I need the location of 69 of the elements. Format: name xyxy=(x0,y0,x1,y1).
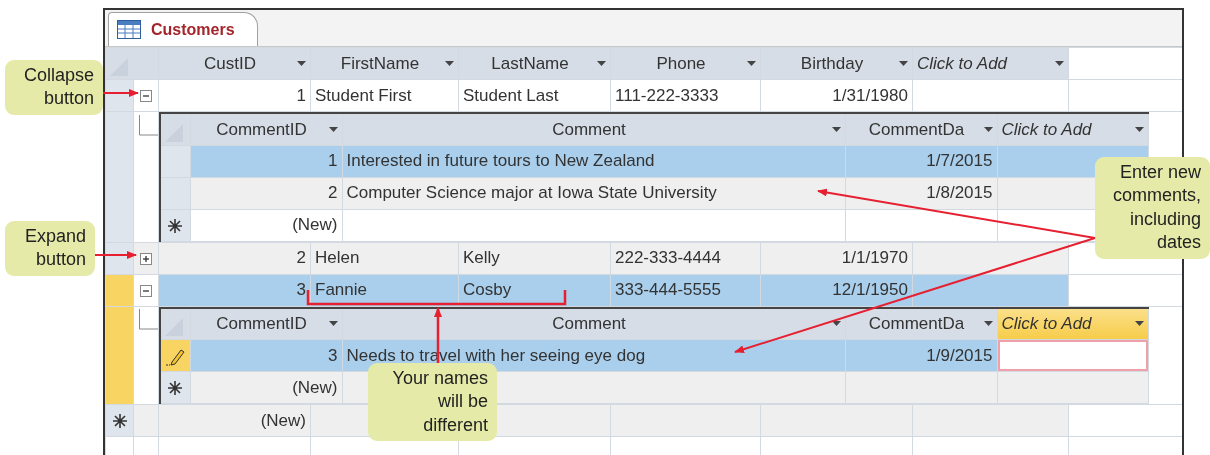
dropdown-arrow-icon[interactable] xyxy=(328,126,338,132)
expand-button[interactable] xyxy=(140,252,152,265)
table-cell: Interested in future tours to New Zealand xyxy=(342,145,845,177)
column-header[interactable]: Birthday xyxy=(760,47,913,80)
document-tab[interactable]: Customers xyxy=(108,12,258,46)
table-cell: 12/1/1950 xyxy=(760,274,913,306)
dropdown-arrow-icon[interactable] xyxy=(983,321,993,327)
dropdown-arrow-icon[interactable] xyxy=(983,126,993,132)
new-record-icon xyxy=(112,414,127,429)
table-cell: 2 xyxy=(158,242,311,274)
table-cell: 1/1/1970 xyxy=(760,242,913,274)
table-cell: (New) xyxy=(158,404,311,437)
column-header[interactable]: Click to Add xyxy=(912,47,1069,80)
column-header[interactable]: CommentDa xyxy=(845,113,997,145)
record-selector[interactable] xyxy=(160,145,190,177)
collapse-button[interactable] xyxy=(140,284,152,297)
dropdown-arrow-icon[interactable] xyxy=(831,126,841,132)
table-cell: 111-222-3333 xyxy=(610,79,761,112)
column-header[interactable]: CommentDa xyxy=(845,307,997,340)
dropdown-arrow-icon[interactable] xyxy=(1134,321,1144,327)
table-cell: 1/7/2015 xyxy=(845,145,997,177)
table-cell: 222-333-4444 xyxy=(610,242,761,274)
dropdown-arrow-icon[interactable] xyxy=(1134,126,1144,132)
column-header[interactable]: Click to Add xyxy=(997,113,1148,145)
dropdown-arrow-icon[interactable] xyxy=(445,61,454,66)
table-cell: 1/9/2015 xyxy=(845,339,997,372)
callout: Collapse button xyxy=(5,60,103,115)
column-header[interactable]: CommentID xyxy=(190,113,342,145)
table-cell: 333-444-5555 xyxy=(610,274,761,306)
callout: Expand button xyxy=(5,221,95,276)
record-selector[interactable] xyxy=(160,339,190,372)
arrow xyxy=(94,251,137,259)
arrow xyxy=(102,89,139,97)
column-header[interactable]: Comment xyxy=(342,307,845,340)
dropdown-arrow-icon[interactable] xyxy=(899,61,908,66)
record-selector[interactable] xyxy=(160,177,190,209)
column-header[interactable]: FirstName xyxy=(310,47,459,80)
table-cell: Computer Science major at Iowa State University xyxy=(342,177,845,209)
table-cell: 1 xyxy=(190,145,342,177)
collapse-button[interactable] xyxy=(140,90,152,103)
callout: Enter new comments, including dates xyxy=(1095,157,1210,259)
table-cell: Student Last xyxy=(458,79,611,112)
dropdown-arrow-icon[interactable] xyxy=(747,61,756,66)
table-cell: 1/31/1980 xyxy=(760,79,913,112)
table-icon xyxy=(117,20,141,39)
dropdown-arrow-icon[interactable] xyxy=(328,321,338,327)
table-cell: 1 xyxy=(158,79,311,112)
callout: Your names will be different xyxy=(368,363,497,442)
table-cell: 3 xyxy=(190,339,342,372)
table-cell: Helen xyxy=(310,242,459,274)
column-header[interactable]: CommentID xyxy=(190,307,342,340)
column-header[interactable]: Phone xyxy=(610,47,761,80)
new-record-icon xyxy=(168,381,183,396)
dropdown-arrow-icon[interactable] xyxy=(1055,61,1064,66)
table-cell: (New) xyxy=(190,209,342,241)
new-record-icon xyxy=(168,218,183,233)
table-cell: 3 xyxy=(158,274,311,306)
table-cell: Kelly xyxy=(458,242,611,274)
column-header[interactable]: LastName xyxy=(458,47,611,80)
dropdown-arrow-icon[interactable] xyxy=(831,321,841,327)
table-cell: 2 xyxy=(190,177,342,209)
column-header[interactable]: CustID xyxy=(158,47,311,80)
input-field[interactable] xyxy=(997,339,1148,372)
column-header[interactable]: Click to Add xyxy=(997,307,1148,340)
table-cell: Student First xyxy=(310,79,459,112)
table-cell: (New) xyxy=(190,371,342,404)
dropdown-arrow-icon[interactable] xyxy=(297,61,306,66)
dropdown-arrow-icon[interactable] xyxy=(597,61,606,66)
column-header[interactable]: Comment xyxy=(342,113,845,145)
